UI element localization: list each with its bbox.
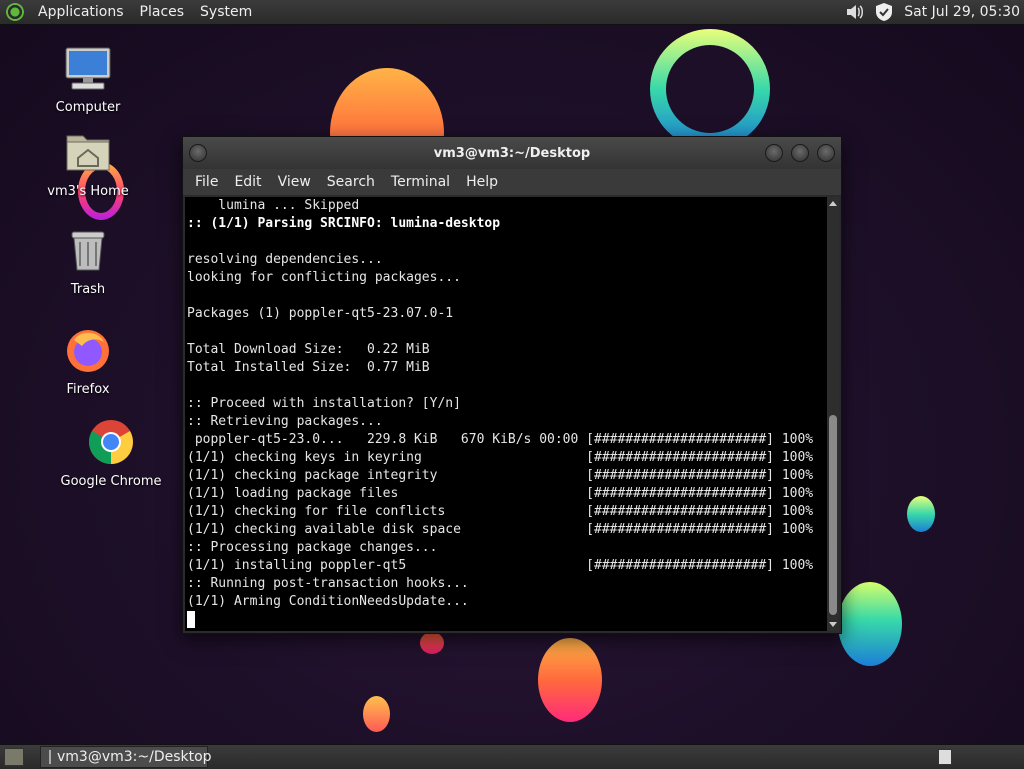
clock[interactable]: Sat Jul 29, 05:30: [904, 4, 1020, 20]
wallpaper-ring: [650, 29, 770, 149]
menu-terminal[interactable]: Terminal: [383, 174, 458, 190]
firefox-icon: [67, 330, 109, 372]
menu-view[interactable]: View: [270, 174, 319, 190]
top-panel: Applications Places System Sat Jul 29, 0…: [0, 0, 1024, 25]
wallpaper-green-blob: [838, 582, 902, 666]
desktop-icon-label: Firefox: [66, 382, 110, 397]
computer-icon: [65, 47, 111, 90]
volume-icon[interactable]: [844, 2, 864, 22]
window-title: vm3@vm3:~/Desktop: [433, 145, 591, 161]
desktop-icon-chrome[interactable]: Google Chrome: [56, 418, 166, 489]
terminal-line: :: Running post-transaction hooks...: [187, 576, 469, 591]
terminal-icon: [49, 750, 51, 764]
terminal-menubar: File Edit View Search Terminal Help: [183, 169, 841, 195]
terminal-cursor: [187, 611, 195, 628]
wallpaper-orange-blob-bottom: [538, 638, 602, 722]
terminal-line: (1/1) checking for file conflicts [#####…: [187, 504, 814, 519]
menu-edit[interactable]: Edit: [226, 174, 269, 190]
terminal-line: :: (1/1) Parsing SRCINFO: lumina-desktop: [187, 216, 501, 231]
terminal-line: (1/1) checking available disk space [###…: [187, 522, 814, 537]
minimize-button[interactable]: [765, 144, 783, 162]
taskbar-terminal-button[interactable]: vm3@vm3:~/Desktop: [40, 746, 212, 768]
system-menu[interactable]: System: [192, 0, 260, 24]
show-desktop-icon[interactable]: [4, 748, 24, 766]
trash-icon: [71, 231, 105, 271]
desktop-icon-label: Trash: [70, 282, 106, 297]
scroll-up-arrow-icon[interactable]: [829, 201, 837, 206]
terminal-line: (1/1) checking package integrity [######…: [187, 468, 814, 483]
terminal-line: :: Processing package changes...: [187, 540, 438, 555]
terminal-window[interactable]: vm3@vm3:~/Desktop File Edit View Search …: [182, 136, 842, 634]
workspace-switcher[interactable]: [938, 749, 952, 765]
terminal-line: :: Proceed with installation? [Y/n]: [187, 396, 461, 411]
window-menu-button[interactable]: [189, 144, 207, 162]
menu-file[interactable]: File: [187, 174, 226, 190]
applications-menu[interactable]: Applications: [30, 0, 132, 24]
terminal-line: (1/1) loading package files [###########…: [187, 486, 814, 501]
terminal-line: (1/1) installing poppler-qt5 [##########…: [187, 558, 814, 573]
terminal-line: Total Download Size: 0.22 MiB: [187, 342, 430, 357]
terminal-line: :: Retrieving packages...: [187, 414, 383, 429]
scrollbar-thumb[interactable]: [829, 415, 837, 615]
desktop-icon-home[interactable]: vm3's Home: [33, 128, 143, 199]
terminal-line: looking for conflicting packages...: [187, 270, 461, 285]
terminal-line: poppler-qt5-23.0... 229.8 KiB 670 KiB/s …: [187, 432, 814, 447]
taskbar-task-label: vm3@vm3:~/Desktop: [57, 749, 212, 765]
menu-help[interactable]: Help: [458, 174, 506, 190]
bottom-panel: vm3@vm3:~/Desktop: [0, 744, 1024, 769]
desktop-icon-trash[interactable]: Trash: [33, 226, 143, 297]
desktop-icon-computer[interactable]: Computer: [33, 44, 143, 115]
desktop-icon-label: vm3's Home: [47, 184, 129, 199]
maximize-button[interactable]: [791, 144, 809, 162]
desktop-icon-label: Computer: [55, 100, 121, 115]
mint-logo-icon[interactable]: [6, 3, 24, 21]
wallpaper-small-green-blob: [907, 496, 935, 532]
terminal-line: (1/1) checking keys in keyring [########…: [187, 450, 814, 465]
terminal-line: lumina ... Skipped: [187, 198, 360, 213]
home-folder-icon: [66, 135, 110, 171]
desktop-icon-label: Google Chrome: [60, 474, 162, 489]
terminal-line: (1/1) Arming ConditionNeedsUpdate...: [187, 594, 469, 609]
wallpaper-small-red-blob: [420, 632, 444, 654]
menu-search[interactable]: Search: [319, 174, 383, 190]
close-button[interactable]: [817, 144, 835, 162]
scroll-down-arrow-icon[interactable]: [829, 622, 837, 627]
chrome-icon: [89, 420, 133, 464]
desktop-icon-firefox[interactable]: Firefox: [33, 326, 143, 397]
terminal-output[interactable]: lumina ... Skipped:: (1/1) Parsing SRCIN…: [185, 197, 827, 631]
terminal-scrollbar[interactable]: [827, 197, 839, 631]
shield-icon[interactable]: [874, 2, 894, 22]
terminal-line: Total Installed Size: 0.77 MiB: [187, 360, 430, 375]
terminal-line: Packages (1) poppler-qt5-23.07.0-1: [187, 306, 454, 321]
terminal-line: resolving dependencies...: [187, 252, 383, 267]
places-menu[interactable]: Places: [132, 0, 193, 24]
terminal-prompt-line: [187, 611, 827, 629]
wallpaper-small-orange-blob: [363, 696, 390, 732]
terminal-titlebar[interactable]: vm3@vm3:~/Desktop: [183, 137, 841, 169]
